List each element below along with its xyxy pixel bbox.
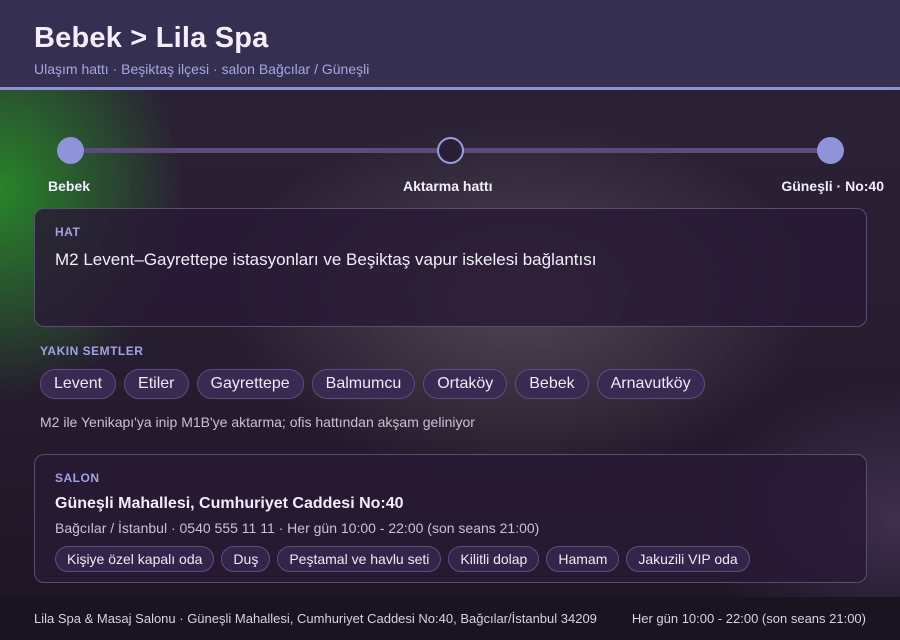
nearby-chip-balmumcu[interactable]: Balmumcu bbox=[311, 369, 416, 399]
stop-transfer-marker[interactable] bbox=[437, 137, 464, 164]
amenity-tag: Kilitli dolap bbox=[448, 546, 540, 572]
amenity-tag: Peştamal ve havlu seti bbox=[277, 546, 442, 572]
transit-line-card: HAT M2 Levent–Gayrettepe istasyonları ve… bbox=[34, 208, 867, 327]
transfer-note: M2 ile Yenikapı'ya inip M1B'ye aktarma; … bbox=[40, 414, 475, 430]
stop-end-label: Güneşli · No:40 bbox=[781, 178, 884, 194]
transit-line-text: M2 Levent–Gayrettepe istasyonları ve Beş… bbox=[55, 250, 597, 269]
amenity-tag: Kişiye özel kapalı oda bbox=[55, 546, 215, 572]
page-title: Bebek > Lila Spa bbox=[34, 22, 269, 54]
nearby-chip-etiler[interactable]: Etiler bbox=[124, 369, 189, 399]
amenity-list: Kişiye özel kapalı oda Duş Peştamal ve h… bbox=[55, 546, 846, 572]
stop-start-label: Bebek bbox=[48, 178, 91, 194]
nearby-chip-list: Levent Etiler Gayrettepe Balmumcu Ortakö… bbox=[40, 369, 870, 399]
salon-address: Güneşli Mahallesi, Cumhuriyet Caddesi No… bbox=[55, 495, 404, 512]
stop-start-marker[interactable] bbox=[57, 137, 84, 164]
amenity-tag: Jakuzili VIP oda bbox=[626, 546, 750, 572]
salon-label: SALON bbox=[55, 471, 100, 485]
nearby-chip-levent[interactable]: Levent bbox=[40, 369, 117, 399]
route-timeline: Bebek Aktarma hattı Güneşli · No:40 bbox=[0, 132, 900, 202]
page-header: Bebek > Lila Spa Ulaşım hattı · Beşiktaş… bbox=[0, 0, 900, 90]
amenity-tag: Duş bbox=[221, 546, 271, 572]
stop-transfer-label: Aktarma hattı bbox=[403, 178, 493, 194]
page-subtitle: Ulaşım hattı · Beşiktaş ilçesi · salon B… bbox=[34, 61, 370, 77]
transit-line-label: HAT bbox=[55, 225, 81, 239]
nearby-label: YAKIN SEMTLER bbox=[40, 344, 144, 358]
salon-card: SALON Güneşli Mahallesi, Cumhuriyet Cadd… bbox=[34, 454, 867, 583]
footer-hours: Her gün 10:00 - 22:00 (son seans 21:00) bbox=[631, 611, 866, 626]
amenity-tag: Hamam bbox=[546, 546, 620, 572]
stop-end-marker[interactable] bbox=[817, 137, 844, 164]
page-footer: Lila Spa & Masaj Salonu · Güneşli Mahall… bbox=[0, 597, 900, 640]
salon-info: Bağcılar / İstanbul · 0540 555 11 11 · H… bbox=[55, 520, 540, 536]
nearby-districts: YAKIN SEMTLER Levent Etiler Gayrettepe B… bbox=[40, 344, 870, 430]
footer-address: Lila Spa & Masaj Salonu · Güneşli Mahall… bbox=[34, 611, 597, 626]
nearby-chip-arnavutkoy[interactable]: Arnavutköy bbox=[596, 369, 705, 399]
nearby-chip-bebek[interactable]: Bebek bbox=[515, 369, 589, 399]
nearby-chip-ortakoy[interactable]: Ortaköy bbox=[423, 369, 508, 399]
nearby-chip-gayrettepe[interactable]: Gayrettepe bbox=[196, 369, 304, 399]
